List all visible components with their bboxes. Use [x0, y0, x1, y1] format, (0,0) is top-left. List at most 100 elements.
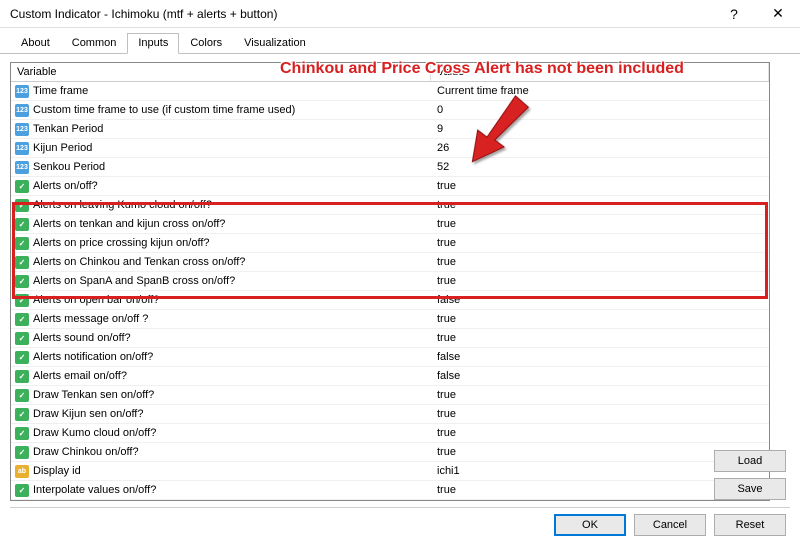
value-cell[interactable]: false — [431, 294, 769, 306]
table-row[interactable]: Alerts on leaving Kumo cloud on/off?true — [11, 196, 769, 215]
table-row[interactable]: Time frame Current time frame — [11, 82, 769, 101]
save-button[interactable]: Save — [714, 478, 786, 500]
variable-label: Alerts email on/off? — [33, 370, 127, 382]
ok-button[interactable]: OK — [554, 514, 626, 536]
tab-inputs[interactable]: Inputs — [127, 33, 179, 54]
variable-cell: Alerts on/off? — [11, 180, 431, 193]
col-variable[interactable]: Variable — [11, 63, 431, 81]
variable-cell: Senkou Period — [11, 161, 431, 174]
variable-cell: Time frame — [11, 85, 431, 98]
value-cell[interactable]: true — [431, 332, 769, 344]
table-row[interactable]: Alerts message on/off ? true — [11, 310, 769, 329]
boolean-icon — [15, 313, 29, 326]
tab-about[interactable]: About — [10, 33, 61, 54]
table-row[interactable]: Alerts notification on/off? false — [11, 348, 769, 367]
table-row[interactable]: Draw Tenkan sen on/off?true — [11, 386, 769, 405]
table-row[interactable]: Display idichi1 — [11, 462, 769, 481]
variable-label: Kijun Period — [33, 142, 92, 154]
variable-label: Draw Kijun sen on/off? — [33, 408, 143, 420]
variable-cell: Draw Kumo cloud on/off? — [11, 427, 431, 440]
variable-cell: Alerts on open bar on/off? — [11, 294, 431, 307]
table-row[interactable]: Alerts email on/off? false — [11, 367, 769, 386]
table-row[interactable]: Alerts on open bar on/off?false — [11, 291, 769, 310]
boolean-icon — [15, 389, 29, 402]
variable-cell: Alerts on Chinkou and Tenkan cross on/of… — [11, 256, 431, 269]
value-cell[interactable]: 52 — [431, 161, 769, 173]
variable-label: Display id — [33, 465, 81, 477]
value-cell[interactable]: true — [431, 313, 769, 325]
value-cell[interactable]: true — [431, 180, 769, 192]
help-button[interactable]: ? — [712, 0, 756, 28]
boolean-icon — [15, 484, 29, 497]
value-cell[interactable]: Current time frame — [431, 85, 769, 97]
titlebar: Custom Indicator - Ichimoku (mtf + alert… — [0, 0, 800, 28]
table-row[interactable]: Alerts on Chinkou and Tenkan cross on/of… — [11, 253, 769, 272]
table-row[interactable]: Custom time frame to use (if custom time… — [11, 101, 769, 120]
table-row[interactable]: Kijun Period 26 — [11, 139, 769, 158]
value-cell[interactable]: false — [431, 351, 769, 363]
value-cell[interactable]: true — [431, 199, 769, 211]
table-row[interactable]: Alerts on SpanA and SpanB cross on/off?t… — [11, 272, 769, 291]
variable-label: Interpolate values on/off? — [33, 484, 156, 496]
value-cell[interactable]: true — [431, 275, 769, 287]
variable-label: Custom time frame to use (if custom time… — [33, 104, 295, 116]
boolean-icon — [15, 370, 29, 383]
boolean-icon — [15, 199, 29, 212]
value-cell[interactable]: true — [431, 218, 769, 230]
boolean-icon — [15, 408, 29, 421]
table-row[interactable]: Draw Kijun sen on/off? true — [11, 405, 769, 424]
variable-cell: Alerts on leaving Kumo cloud on/off? — [11, 199, 431, 212]
value-cell[interactable]: 0 — [431, 104, 769, 116]
value-cell[interactable]: true — [431, 427, 769, 439]
variable-cell: Alerts message on/off ? — [11, 313, 431, 326]
tab-colors[interactable]: Colors — [179, 33, 233, 54]
cancel-button[interactable]: Cancel — [634, 514, 706, 536]
variable-cell: Custom time frame to use (if custom time… — [11, 104, 431, 117]
variable-label: Tenkan Period — [33, 123, 103, 135]
variable-cell: Tenkan Period — [11, 123, 431, 136]
variable-cell: Alerts on tenkan and kijun cross on/off? — [11, 218, 431, 231]
tab-common[interactable]: Common — [61, 33, 128, 54]
value-cell[interactable]: 9 — [431, 123, 769, 135]
value-cell[interactable]: true — [431, 237, 769, 249]
window-title: Custom Indicator - Ichimoku (mtf + alert… — [10, 7, 712, 21]
table-row[interactable]: Alerts on/off?true — [11, 177, 769, 196]
variable-cell: Interpolate values on/off? — [11, 484, 431, 497]
variable-label: Draw Chinkou on/off? — [33, 446, 139, 458]
table-row[interactable]: Alerts on tenkan and kijun cross on/off?… — [11, 215, 769, 234]
table-row[interactable]: Draw Kumo cloud on/off?true — [11, 424, 769, 443]
boolean-icon — [15, 351, 29, 364]
variable-cell: Alerts sound on/off? — [11, 332, 431, 345]
table-row[interactable]: Interpolate values on/off?true — [11, 481, 769, 500]
variable-label: Alerts on tenkan and kijun cross on/off? — [33, 218, 225, 230]
value-cell[interactable]: 26 — [431, 142, 769, 154]
col-value[interactable]: Value — [431, 63, 769, 81]
variable-label: Alerts message on/off ? — [33, 313, 148, 325]
boolean-icon — [15, 275, 29, 288]
variable-cell: Display id — [11, 465, 431, 478]
variable-label: Time frame — [33, 85, 88, 97]
value-cell[interactable]: false — [431, 370, 769, 382]
value-cell[interactable]: true — [431, 389, 769, 401]
table-row[interactable]: Draw Chinkou on/off?true — [11, 443, 769, 462]
variable-label: Alerts sound on/off? — [33, 332, 131, 344]
table-header: Variable Value — [11, 63, 769, 82]
variable-cell: Alerts on price crossing kijun on/off? — [11, 237, 431, 250]
load-button[interactable]: Load — [714, 450, 786, 472]
value-cell[interactable]: true — [431, 256, 769, 268]
boolean-icon — [15, 237, 29, 250]
table-row[interactable]: Tenkan Period 9 — [11, 120, 769, 139]
variable-cell: Alerts notification on/off? — [11, 351, 431, 364]
variable-label: Alerts notification on/off? — [33, 351, 153, 363]
reset-button[interactable]: Reset — [714, 514, 786, 536]
tab-visualization[interactable]: Visualization — [233, 33, 317, 54]
close-button[interactable]: ✕ — [756, 0, 800, 28]
integer-icon — [15, 142, 29, 155]
table-row[interactable]: Alerts sound on/off? true — [11, 329, 769, 348]
table-row[interactable]: Senkou Period52 — [11, 158, 769, 177]
variable-cell: Draw Kijun sen on/off? — [11, 408, 431, 421]
table-row[interactable]: Alerts on price crossing kijun on/off? tr… — [11, 234, 769, 253]
integer-icon — [15, 104, 29, 117]
value-cell[interactable]: true — [431, 408, 769, 420]
variable-label: Alerts on price crossing kijun on/off? — [33, 237, 210, 249]
